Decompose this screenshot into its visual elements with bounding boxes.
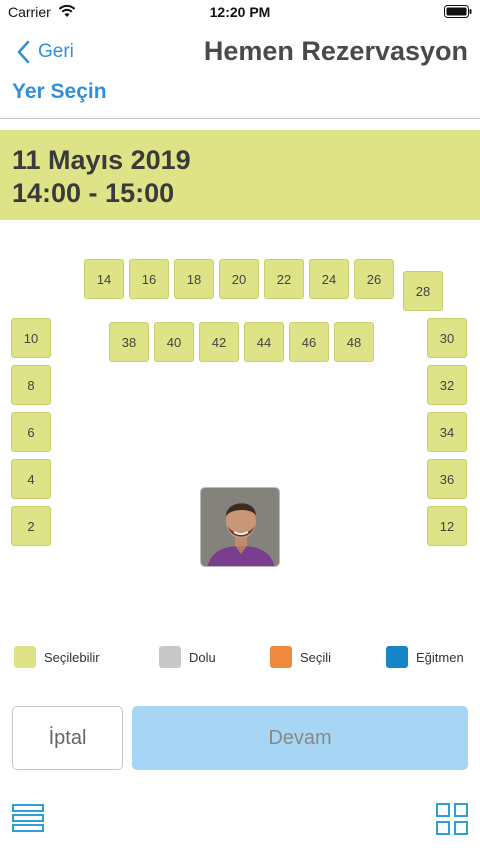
instructor-avatar [200, 487, 280, 567]
seat[interactable]: 4 [11, 459, 51, 499]
battery-icon [444, 5, 472, 18]
seat[interactable]: 24 [309, 259, 349, 299]
legend-instructor-swatch [386, 646, 408, 668]
seat[interactable]: 32 [427, 365, 467, 405]
seat[interactable]: 28 [403, 271, 443, 311]
divider [0, 118, 480, 119]
seat[interactable]: 22 [264, 259, 304, 299]
seat[interactable]: 44 [244, 322, 284, 362]
legend-instructor-label: Eğitmen [416, 649, 464, 665]
session-date: 11 Mayıs 2019 [12, 145, 191, 175]
instructor-photo [201, 488, 279, 566]
legend-occupied-label: Dolu [189, 649, 216, 665]
seat[interactable]: 2 [11, 506, 51, 546]
seat[interactable]: 16 [129, 259, 169, 299]
legend-available: Seçilebilir [14, 646, 100, 668]
seat[interactable]: 8 [11, 365, 51, 405]
section-title: Yer Seçin [12, 80, 107, 103]
seat[interactable]: 46 [289, 322, 329, 362]
legend-available-swatch [14, 646, 36, 668]
cancel-button[interactable]: İptal [12, 706, 123, 770]
seat[interactable]: 30 [427, 318, 467, 358]
grid-icon[interactable] [436, 803, 468, 835]
status-bar: Carrier 12:20 PM [0, 0, 480, 24]
legend-selected-label: Seçili [300, 649, 332, 665]
chevron-left-icon [17, 40, 30, 64]
session-banner: 11 Mayıs 2019 14:00 - 15:00 [0, 130, 480, 220]
session-time: 14:00 - 15:00 [12, 178, 175, 208]
seat[interactable]: 38 [109, 322, 149, 362]
seat[interactable]: 6 [11, 412, 51, 452]
legend-instructor: Eğitmen [386, 646, 464, 668]
seat[interactable]: 20 [219, 259, 259, 299]
seat[interactable]: 12 [427, 506, 467, 546]
continue-button[interactable]: Devam [132, 706, 468, 770]
legend-selected-swatch [270, 646, 292, 668]
seat[interactable]: 34 [427, 412, 467, 452]
seat[interactable]: 36 [427, 459, 467, 499]
seat[interactable]: 42 [199, 322, 239, 362]
seat[interactable]: 40 [154, 322, 194, 362]
seat[interactable]: 48 [334, 322, 374, 362]
legend-occupied: Dolu [159, 646, 216, 668]
seat[interactable]: 10 [11, 318, 51, 358]
back-button[interactable]: Geri [16, 38, 74, 66]
legend-occupied-swatch [159, 646, 181, 668]
seat[interactable]: 14 [84, 259, 124, 299]
status-time: 12:20 PM [209, 4, 271, 20]
seat[interactable]: 26 [354, 259, 394, 299]
page-title: Hemen Rezervasyon [203, 36, 468, 66]
list-icon[interactable] [12, 803, 44, 833]
seat[interactable]: 18 [174, 259, 214, 299]
back-label: Geri [38, 41, 74, 62]
legend-available-label: Seçilebilir [44, 649, 100, 665]
legend-selected: Seçili [270, 646, 331, 668]
